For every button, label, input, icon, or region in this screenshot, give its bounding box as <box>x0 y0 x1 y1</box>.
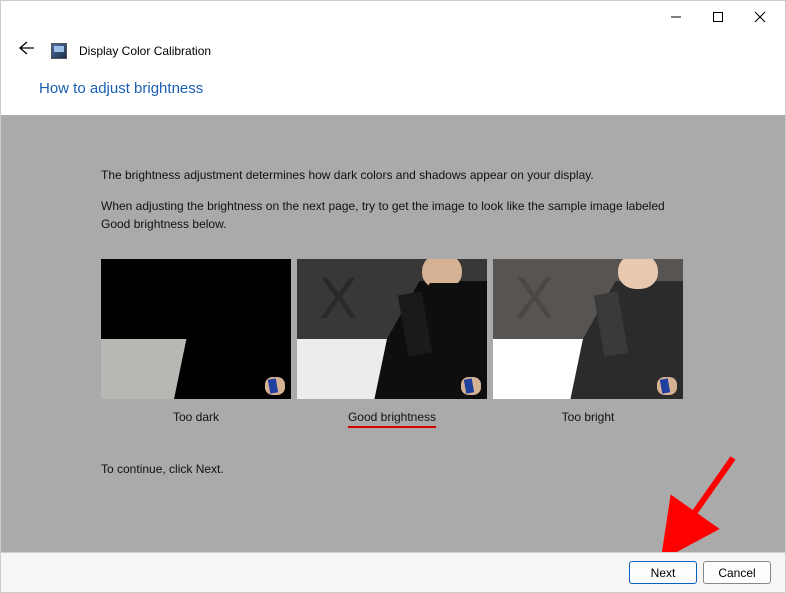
sample-label-good: Good brightness <box>348 409 436 428</box>
sample-label-too-dark: Too dark <box>173 409 219 425</box>
sample-too-bright: X Too bright <box>493 259 683 428</box>
footer: Next Cancel <box>1 552 785 592</box>
next-button[interactable]: Next <box>629 561 697 584</box>
close-icon <box>754 11 766 23</box>
content-area: The brightness adjustment determines how… <box>1 115 785 553</box>
sample-images-row: Too dark X Good brightness X Too bright <box>101 259 685 428</box>
titlebar <box>1 1 785 33</box>
back-arrow-icon <box>19 41 35 55</box>
minimize-icon <box>670 11 682 23</box>
maximize-icon <box>712 11 724 23</box>
description-2: When adjusting the brightness on the nex… <box>101 198 685 233</box>
minimize-button[interactable] <box>655 3 697 31</box>
sample-image-too-dark <box>101 259 291 399</box>
sample-good: X Good brightness <box>297 259 487 428</box>
sample-too-dark: Too dark <box>101 259 291 428</box>
maximize-button[interactable] <box>697 3 739 31</box>
back-button[interactable] <box>15 39 39 62</box>
sample-label-too-bright: Too bright <box>562 409 615 425</box>
window-title: Display Color Calibration <box>79 44 211 58</box>
description-1: The brightness adjustment determines how… <box>101 167 685 184</box>
app-icon <box>51 43 67 59</box>
continue-text: To continue, click Next. <box>101 462 685 476</box>
sample-image-good: X <box>297 259 487 399</box>
header: Display Color Calibration <box>1 33 785 76</box>
page-heading: How to adjust brightness <box>1 76 785 115</box>
close-button[interactable] <box>739 3 781 31</box>
sample-image-too-bright: X <box>493 259 683 399</box>
cancel-button[interactable]: Cancel <box>703 561 771 584</box>
